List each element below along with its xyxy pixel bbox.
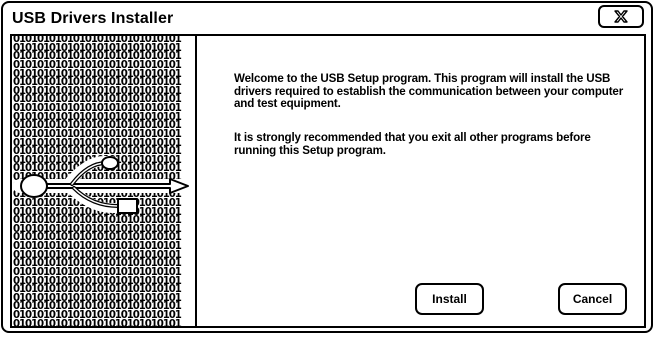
recommendation-text: It is strongly recommended that you exit… xyxy=(234,131,591,157)
dialog-body: 0101010101010101010101010101 01010101010… xyxy=(10,34,646,328)
title-bar[interactable]: USB Drivers Installer xyxy=(3,3,651,34)
usb-icon xyxy=(13,156,195,214)
content-area: Welcome to the USB Setup program. This p… xyxy=(199,36,644,326)
installer-window: USB Drivers Installer 010101010101010101… xyxy=(1,1,653,333)
install-button[interactable]: Install xyxy=(415,283,484,315)
close-button[interactable] xyxy=(598,5,644,28)
cancel-button[interactable]: Cancel xyxy=(558,283,627,315)
close-icon xyxy=(614,10,628,23)
side-banner: 0101010101010101010101010101 01010101010… xyxy=(12,36,197,326)
window-title: USB Drivers Installer xyxy=(12,10,174,27)
welcome-text: Welcome to the USB Setup program. This p… xyxy=(234,72,624,110)
